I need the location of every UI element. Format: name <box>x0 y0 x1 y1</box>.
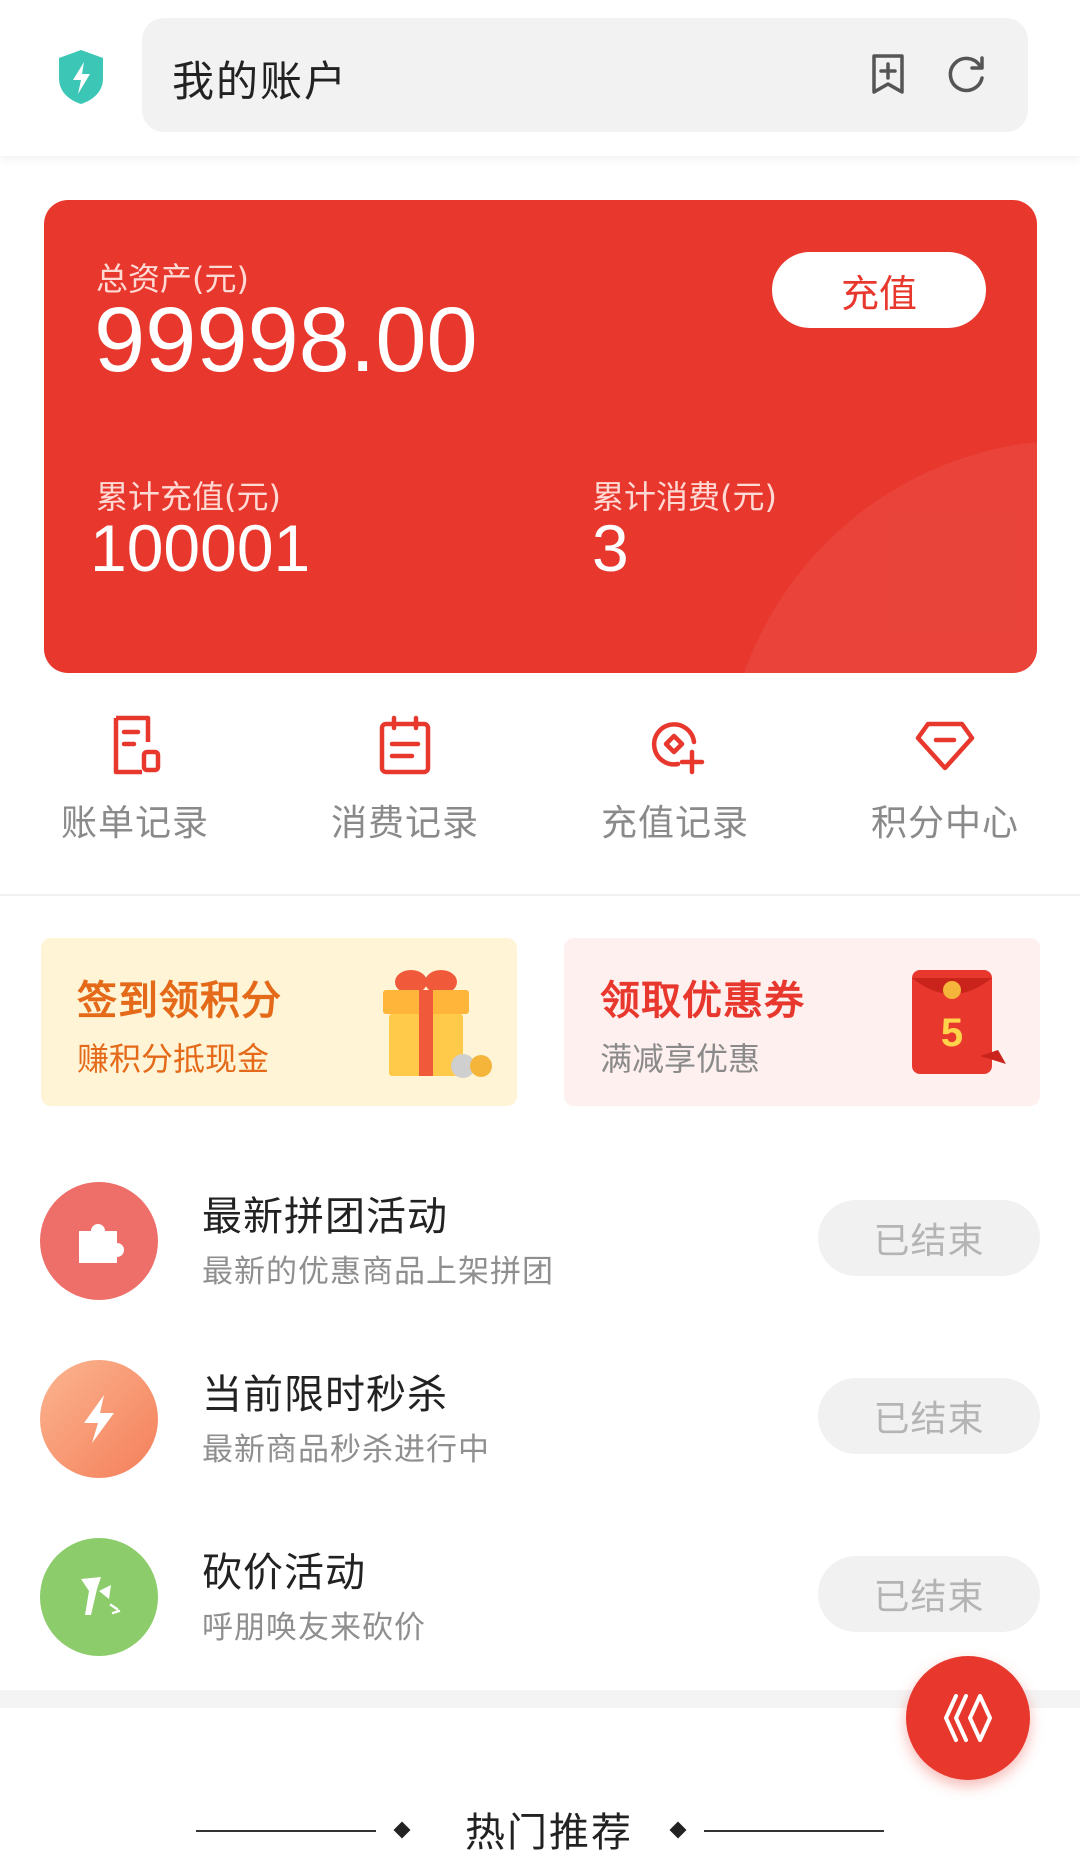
nav-label: 积分中心 <box>870 803 1019 844</box>
recharge-button[interactable]: 充值 <box>772 252 986 328</box>
nav-label: 账单记录 <box>60 803 209 844</box>
calendar-icon <box>379 715 431 775</box>
decorative-line <box>704 1830 884 1832</box>
promo-title: 签到领积分 <box>77 978 282 1024</box>
decorative-line <box>196 1830 376 1832</box>
axe-icon <box>40 1538 158 1656</box>
nav-recharge-records[interactable]: 充值记录 <box>540 712 810 846</box>
nav-label: 充值记录 <box>600 803 749 844</box>
coupon-badge: 5 <box>941 1011 963 1055</box>
refresh-icon[interactable] <box>942 50 990 98</box>
nav-points-center[interactable]: 积分中心 <box>810 712 1080 846</box>
activity-title: 当前限时秒杀 <box>202 1372 448 1418</box>
nav-spend-records[interactable]: 消费记录 <box>270 712 540 846</box>
promo-subtitle: 满减享优惠 <box>600 1040 761 1078</box>
activity-title: 最新拼团活动 <box>202 1194 448 1240</box>
activity-status-button[interactable]: 已结束 <box>818 1556 1040 1632</box>
recharge-icon <box>651 722 705 775</box>
nav-label: 消费记录 <box>330 803 479 844</box>
cumulative-spend-value: 3 <box>592 511 629 585</box>
activity-subtitle: 最新商品秒杀进行中 <box>202 1432 490 1468</box>
activity-title: 砍价活动 <box>202 1550 366 1596</box>
nav-bill-records[interactable]: 账单记录 <box>0 712 270 846</box>
diamond-icon <box>915 721 975 771</box>
coupon-promo-banner[interactable]: 领取优惠券 满减享优惠 5 <box>564 938 1040 1106</box>
bill-icon <box>113 715 161 775</box>
red-envelope-icon: 5 <box>912 970 1006 1074</box>
signin-promo-banner[interactable]: 签到领积分 赚积分抵现金 <box>41 938 517 1106</box>
chevrons-logo-icon <box>944 1694 992 1742</box>
puzzle-icon <box>40 1182 158 1300</box>
floating-action-button[interactable] <box>906 1656 1030 1780</box>
activity-status-button[interactable]: 已结束 <box>818 1200 1040 1276</box>
decorative-diamond <box>393 1821 411 1839</box>
activity-flash-sale[interactable]: 当前限时秒杀 最新商品秒杀进行中 已结束 <box>0 1338 1080 1516</box>
activity-subtitle: 呼朋唤友来砍价 <box>202 1610 426 1646</box>
promo-title: 领取优惠券 <box>600 978 805 1024</box>
activity-group-buy[interactable]: 最新拼团活动 最新的优惠商品上架拼团 已结束 <box>0 1160 1080 1338</box>
asset-card: 总资产(元) 99998.00 充值 累计充值(元) 100001 累计消费(元… <box>44 200 1037 673</box>
cumulative-recharge-value: 100001 <box>90 511 311 585</box>
activity-bargain[interactable]: 砍价活动 呼朋唤友来砍价 已结束 <box>0 1516 1080 1694</box>
shield-bolt-icon[interactable] <box>55 48 107 106</box>
decorative-diamond <box>669 1821 687 1839</box>
top-bar: 我的账户 <box>0 0 1080 156</box>
bookmark-add-icon[interactable] <box>864 50 912 98</box>
total-assets-value: 99998.00 <box>94 289 478 391</box>
activity-status-button[interactable]: 已结束 <box>818 1378 1040 1454</box>
activity-subtitle: 最新的优惠商品上架拼团 <box>202 1254 554 1290</box>
quick-nav: 账单记录 消费记录 充值记录 积分中心 <box>0 712 1080 892</box>
promo-subtitle: 赚积分抵现金 <box>77 1040 270 1078</box>
section-title: 热门推荐 <box>465 1810 633 1856</box>
hot-recommend-header: 热门推荐 <box>0 1790 1080 1860</box>
lightning-icon <box>40 1360 158 1478</box>
address-bar[interactable]: 我的账户 <box>142 18 1028 132</box>
divider <box>0 894 1080 896</box>
gift-box-icon <box>383 970 492 1078</box>
page-title: 我的账户 <box>172 57 349 106</box>
